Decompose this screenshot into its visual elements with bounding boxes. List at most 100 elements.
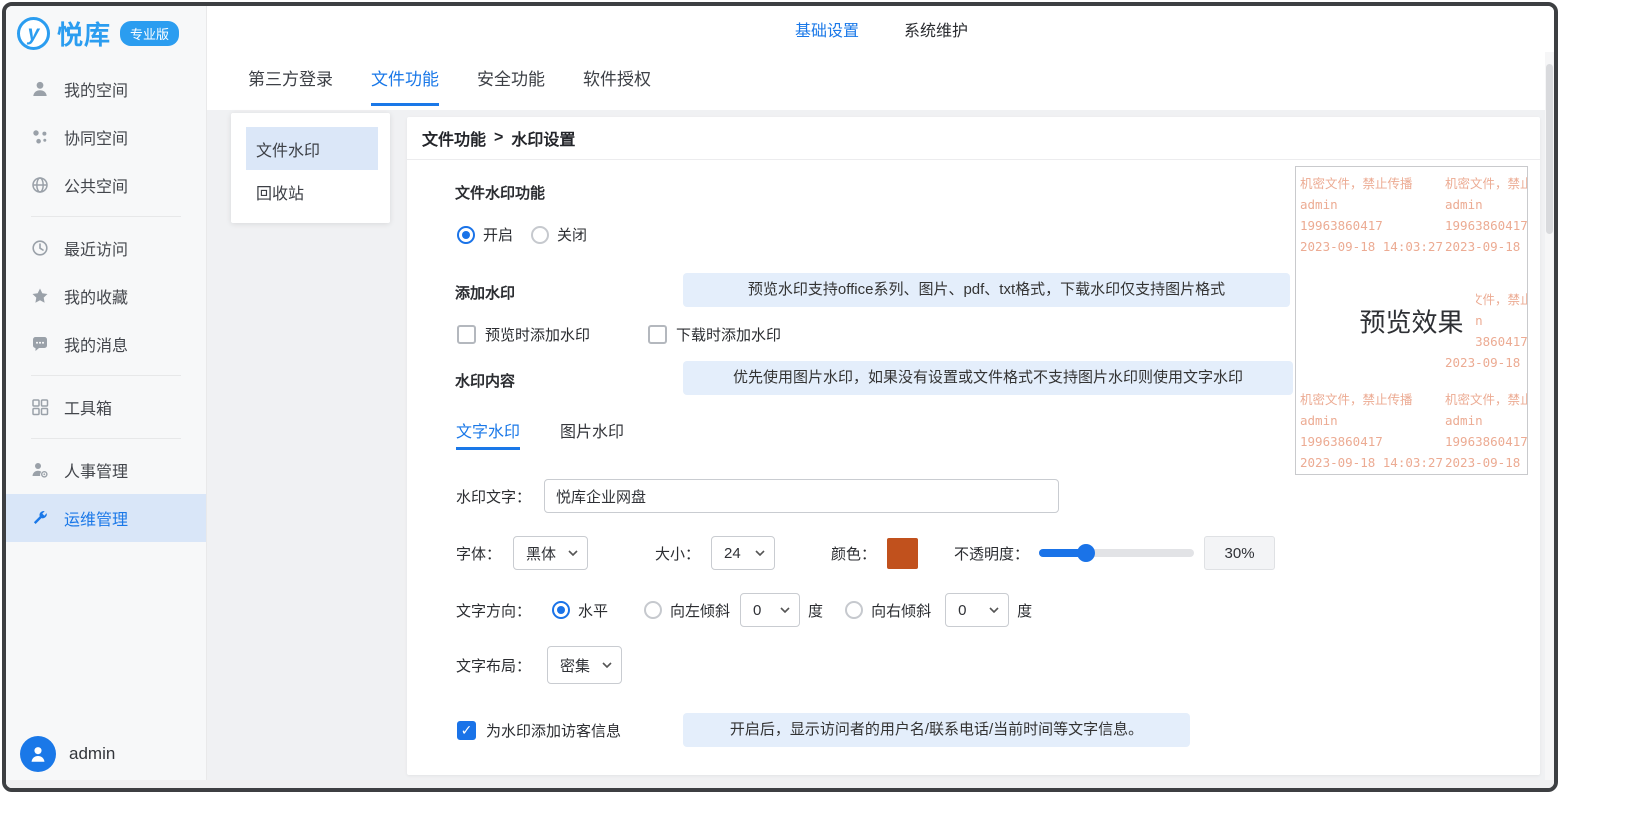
sidebar-item-favorites[interactable]: 我的收藏 — [6, 272, 206, 320]
radio-disable[interactable] — [531, 226, 549, 244]
breadcrumb-separator: > — [494, 129, 503, 147]
checkbox-preview-watermark[interactable] — [457, 325, 476, 344]
chevron-down-icon — [755, 550, 765, 556]
watermark-content-label: 水印内容 — [455, 370, 515, 391]
sidebar-divider — [31, 216, 181, 217]
font-select[interactable]: 黑体 — [513, 536, 588, 570]
tilt-right-degree-select[interactable]: 0 — [945, 593, 1009, 627]
sidebar-item-hr[interactable]: 人事管理 — [6, 446, 206, 494]
tab-security-features[interactable]: 安全功能 — [477, 52, 545, 110]
sidebar-item-label: 我的空间 — [64, 77, 128, 101]
tab-image-watermark[interactable]: 图片水印 — [560, 418, 624, 442]
sidebar-divider — [31, 375, 181, 376]
color-swatch[interactable] — [887, 538, 918, 569]
sidebar: y 悦库 专业版 我的空间 协同空间 公共空间 — [6, 6, 207, 788]
tab-text-watermark[interactable]: 文字水印 — [456, 418, 520, 442]
vertical-scrollbar-thumb[interactable] — [1546, 64, 1553, 234]
wrench-icon — [31, 509, 49, 527]
sidebar-item-label: 运维管理 — [64, 506, 128, 530]
opacity-label: 不透明度： — [954, 543, 1029, 564]
history-icon — [31, 239, 49, 257]
username-label: admin — [69, 744, 115, 764]
user-icon — [31, 80, 49, 98]
tab-third-party-login[interactable]: 第三方登录 — [248, 52, 333, 110]
sidebar-item-label: 最近访问 — [64, 236, 128, 260]
sidebar-item-label: 公共空间 — [64, 173, 128, 197]
watermark-line: 机密文件，禁止传播 — [1300, 173, 1443, 194]
logo-icon: y — [17, 17, 50, 50]
radio-tilt-left-label: 向左倾斜 — [670, 600, 730, 621]
add-watermark-label: 添加水印 — [455, 282, 515, 303]
subnav-file-watermark[interactable]: 文件水印 — [246, 127, 378, 170]
color-label: 颜色： — [831, 543, 876, 564]
logo-text: 悦库 — [57, 15, 111, 52]
size-select-value: 24 — [724, 545, 741, 562]
subnav-recycle-bin[interactable]: 回收站 — [246, 170, 378, 213]
horizontal-scrollbar[interactable] — [6, 780, 1554, 788]
watermark-line: 机密文件，禁止传播 — [1300, 389, 1443, 410]
radio-tilt-right-label: 向右倾斜 — [871, 600, 931, 621]
collab-icon — [31, 128, 49, 146]
subnav-item-label: 回收站 — [256, 180, 304, 204]
font-label: 字体： — [456, 543, 501, 564]
watermark-text-label: 水印文字： — [456, 486, 531, 507]
sidebar-item-label: 我的收藏 — [64, 284, 128, 308]
tilt-left-degree-select[interactable]: 0 — [740, 593, 800, 627]
watermark-line: 2023-09-18 14:03:27 — [1300, 452, 1443, 473]
app-window: y 悦库 专业版 我的空间 协同空间 公共空间 — [2, 2, 1558, 792]
watermark-line: admin — [1445, 410, 1528, 431]
topnav-system-maintenance[interactable]: 系统维护 — [904, 17, 968, 41]
tab-file-features[interactable]: 文件功能 — [371, 52, 439, 110]
avatar — [20, 736, 56, 772]
checkbox-download-watermark[interactable] — [648, 325, 667, 344]
sidebar-item-collab-space[interactable]: 协同空间 — [6, 113, 206, 161]
layout-select[interactable]: 密集 — [547, 646, 622, 684]
tilt-right-degree-value: 0 — [958, 602, 966, 619]
opacity-value-box: 30% — [1204, 536, 1275, 570]
settings-tabs: 第三方登录 文件功能 安全功能 软件授权 — [207, 52, 1554, 110]
watermark-line: admin — [1300, 410, 1443, 431]
opacity-slider[interactable] — [1039, 544, 1194, 562]
user-row[interactable]: admin — [20, 736, 115, 772]
sidebar-item-ops[interactable]: 运维管理 — [6, 494, 206, 542]
watermark-line: admin — [1445, 194, 1528, 215]
checkbox-preview-label: 预览时添加水印 — [485, 324, 590, 345]
watermark-text-input[interactable] — [544, 479, 1059, 513]
top-bar: 基础设置 系统维护 — [207, 6, 1554, 52]
sidebar-item-my-space[interactable]: 我的空间 — [6, 65, 206, 113]
visitor-info-hint: 开启后，显示访问者的用户名/联系电话/当前时间等文字信息。 — [683, 713, 1190, 747]
radio-enable[interactable] — [457, 226, 475, 244]
checkbox-visitor-info[interactable] — [457, 721, 476, 740]
user-gear-icon — [31, 461, 49, 479]
watermark-line: 机密文件，禁止传播 — [1445, 173, 1528, 194]
settings-panel: 文件功能 > 水印设置 文件水印功能 开启 关闭 添加水印 预览水印支持offi… — [407, 117, 1540, 775]
size-select[interactable]: 24 — [711, 536, 775, 570]
watermark-line: 2023-09-18 14:03:27 — [1445, 452, 1528, 473]
topnav-basic-settings[interactable]: 基础设置 — [795, 17, 859, 41]
radio-tilt-right[interactable] — [845, 601, 863, 619]
globe-icon — [31, 176, 49, 194]
app-logo: y 悦库 专业版 — [6, 6, 206, 52]
breadcrumb-parent: 文件功能 — [422, 126, 486, 150]
sidebar-item-public-space[interactable]: 公共空间 — [6, 161, 206, 209]
watermark-line: 2023-09-18 14:03:27 — [1300, 236, 1443, 257]
breadcrumb-current: 水印设置 — [511, 126, 575, 150]
watermark-content-hint: 优先使用图片水印，如果没有设置或文件格式不支持图片水印则使用文字水印 — [683, 361, 1293, 395]
layout-select-value: 密集 — [560, 655, 590, 676]
watermark-line: 19963860417 — [1300, 431, 1443, 452]
watermark-tile: 机密文件，禁止传播 admin 19963860417 2023-09-18 1… — [1445, 173, 1528, 257]
sidebar-item-recent[interactable]: 最近访问 — [6, 224, 206, 272]
sidebar-item-label: 协同空间 — [64, 125, 128, 149]
watermark-tile: 机密文件，禁止传播 admin 19963860417 2023-09-18 1… — [1445, 389, 1528, 473]
radio-tilt-left[interactable] — [644, 601, 662, 619]
sidebar-item-toolbox[interactable]: 工具箱 — [6, 383, 206, 431]
radio-horizontal[interactable] — [552, 601, 570, 619]
slider-thumb[interactable] — [1077, 544, 1095, 562]
vertical-scrollbar[interactable] — [1545, 52, 1554, 780]
watermark-line: 机密文件，禁止传播 — [1445, 389, 1528, 410]
text-watermark-tab-underline — [456, 447, 520, 450]
sidebar-item-messages[interactable]: 我的消息 — [6, 320, 206, 368]
degree-unit-label: 度 — [1017, 600, 1032, 621]
layout-label: 文字布局： — [456, 655, 531, 676]
tab-software-license[interactable]: 软件授权 — [583, 52, 651, 110]
